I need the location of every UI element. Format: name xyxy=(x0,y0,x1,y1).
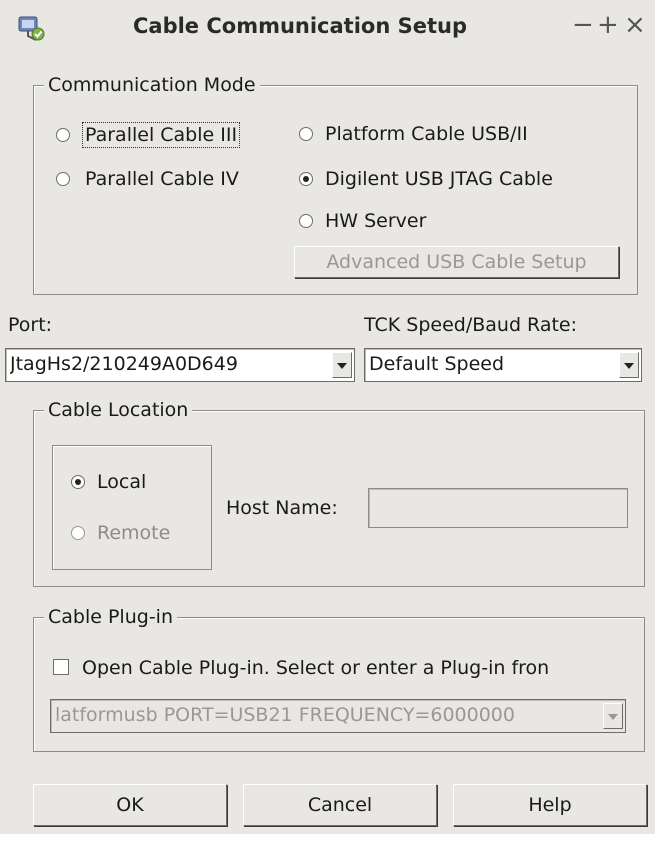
radio-platform-cable-usb[interactable]: Platform Cable USB/II xyxy=(299,122,528,146)
plugin-select-value: latformusb PORT=USB21 FREQUENCY=6000000 xyxy=(55,704,515,726)
radio-label: Parallel Cable IV xyxy=(85,168,239,190)
tck-speed-label: TCK Speed/Baud Rate: xyxy=(364,314,578,336)
open-cable-plugin-label: Open Cable Plug-in. Select or enter a Pl… xyxy=(82,657,550,679)
radio-button-icon[interactable] xyxy=(56,172,70,186)
radio-remote[interactable]: Remote xyxy=(71,521,170,545)
radio-button-icon[interactable] xyxy=(71,526,85,540)
chevron-down-icon[interactable] xyxy=(603,703,623,729)
radio-button-icon[interactable] xyxy=(299,214,313,228)
cancel-button[interactable]: Cancel xyxy=(243,784,437,826)
port-select-value: JtagHs2/210249A0D649 xyxy=(10,353,238,375)
cable-location-legend: Cable Location xyxy=(44,398,193,422)
title-bar[interactable]: Cable Communication Setup − + × xyxy=(0,0,655,58)
radio-hw-server[interactable]: HW Server xyxy=(299,209,426,233)
radio-label: Digilent USB JTAG Cable xyxy=(325,168,553,190)
radio-label: Platform Cable USB/II xyxy=(325,123,528,145)
port-select[interactable]: JtagHs2/210249A0D649 xyxy=(5,348,355,382)
radio-button-icon[interactable] xyxy=(299,172,313,186)
host-name-field[interactable] xyxy=(368,488,628,528)
radio-label: HW Server xyxy=(325,210,427,232)
tck-speed-select-value: Default Speed xyxy=(369,353,505,375)
window-title: Cable Communication Setup xyxy=(132,14,467,38)
radio-button-icon[interactable] xyxy=(71,475,85,489)
plugin-select[interactable]: latformusb PORT=USB21 FREQUENCY=6000000 xyxy=(50,699,626,733)
advanced-usb-cable-setup-button[interactable]: Advanced USB Cable Setup xyxy=(294,246,619,278)
radio-parallel-cable-iv[interactable]: Parallel Cable IV xyxy=(56,167,242,191)
radio-button-icon[interactable] xyxy=(56,128,70,142)
radio-digilent-usb-jtag[interactable]: Digilent USB JTAG Cable xyxy=(299,167,553,191)
cable-setup-dialog: Cable Communication Setup − + × Communic… xyxy=(0,0,655,834)
communication-mode-legend: Communication Mode xyxy=(44,73,260,97)
maximize-button[interactable]: + xyxy=(597,10,619,40)
radio-label: Remote xyxy=(97,522,171,544)
close-button[interactable]: × xyxy=(624,10,646,40)
ok-button[interactable]: OK xyxy=(33,784,227,826)
chevron-down-icon[interactable] xyxy=(619,352,639,378)
radio-button-icon[interactable] xyxy=(299,127,313,141)
radio-parallel-cable-iii[interactable]: Parallel Cable III xyxy=(56,122,241,148)
chevron-down-icon[interactable] xyxy=(332,352,352,378)
host-name-label: Host Name: xyxy=(226,497,338,519)
help-button[interactable]: Help xyxy=(453,784,647,826)
cable-plugin-legend: Cable Plug-in xyxy=(44,605,177,629)
radio-label: Parallel Cable III xyxy=(82,122,241,148)
port-label: Port: xyxy=(8,314,53,336)
tck-speed-select[interactable]: Default Speed xyxy=(364,348,642,382)
minimize-button[interactable]: − xyxy=(572,10,594,40)
location-radio-box xyxy=(52,445,212,570)
radio-local[interactable]: Local xyxy=(71,470,146,494)
radio-label: Local xyxy=(97,471,147,493)
open-cable-plugin-checkbox[interactable] xyxy=(53,659,69,675)
